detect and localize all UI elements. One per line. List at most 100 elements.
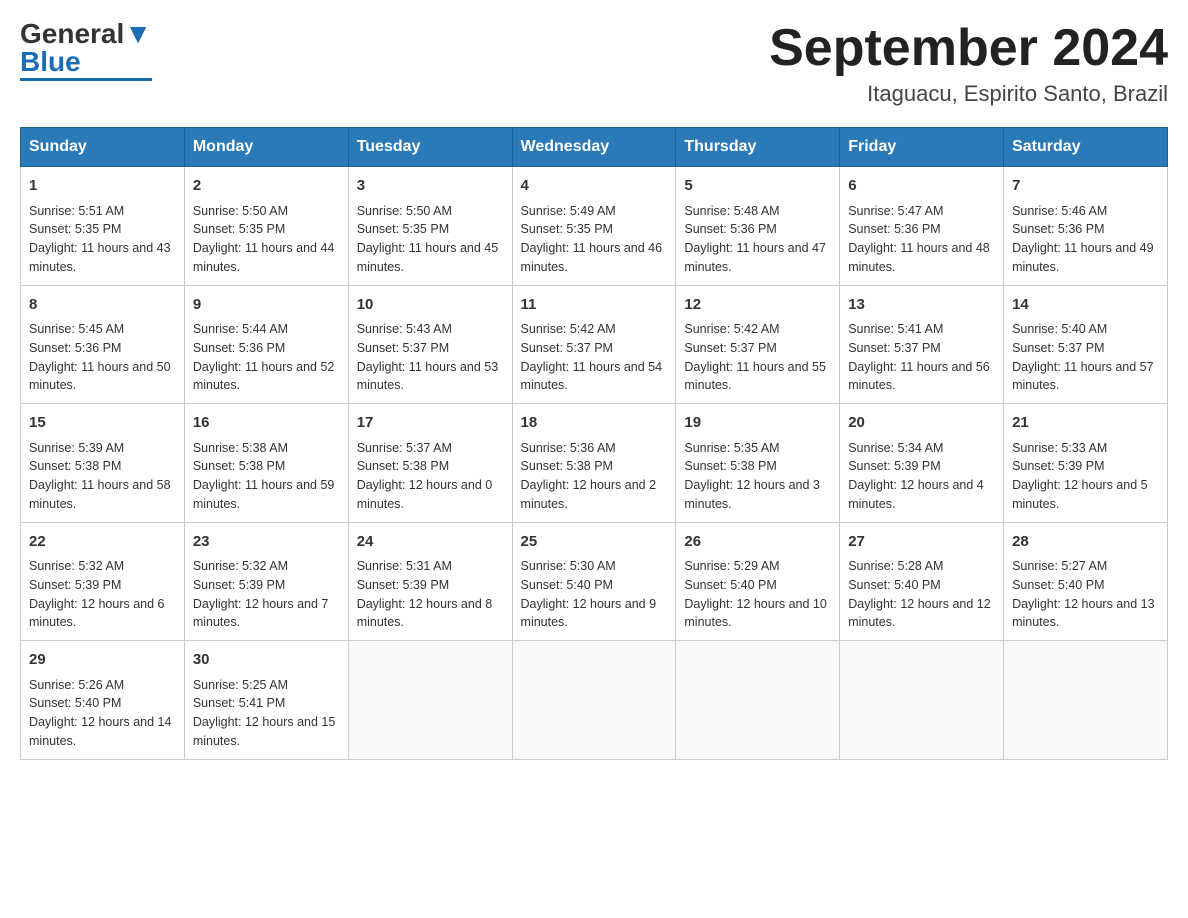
month-title: September 2024 — [769, 20, 1168, 77]
calendar-day-cell: 30 Sunrise: 5:25 AMSunset: 5:41 PMDayligh… — [184, 641, 348, 760]
day-info: Sunrise: 5:27 AMSunset: 5:40 PMDaylight:… — [1012, 557, 1159, 632]
day-info: Sunrise: 5:40 AMSunset: 5:37 PMDaylight:… — [1012, 320, 1159, 395]
day-number: 10 — [357, 294, 504, 317]
page-header: General▼ Blue September 2024 Itaguacu, E… — [20, 20, 1168, 107]
day-info: Sunrise: 5:47 AMSunset: 5:36 PMDaylight:… — [848, 202, 995, 277]
day-number: 13 — [848, 294, 995, 317]
day-number: 17 — [357, 412, 504, 435]
day-number: 6 — [848, 175, 995, 198]
day-number: 27 — [848, 531, 995, 554]
calendar-day-cell — [1004, 641, 1168, 760]
day-info: Sunrise: 5:49 AMSunset: 5:35 PMDaylight:… — [521, 202, 668, 277]
calendar-week-row: 1Sunrise: 5:51 AMSunset: 5:35 PMDaylight… — [21, 167, 1168, 286]
logo-blue: Blue — [20, 46, 81, 77]
calendar-day-cell: 10 Sunrise: 5:43 AMSunset: 5:37 PMDayligh… — [348, 285, 512, 404]
calendar-day-cell: 4 Sunrise: 5:49 AMSunset: 5:35 PMDaylight… — [512, 167, 676, 286]
day-number: 7 — [1012, 175, 1159, 198]
calendar-day-cell: 13Sunrise: 5:41 AMSunset: 5:37 PMDayligh… — [840, 285, 1004, 404]
calendar-day-cell: 29 Sunrise: 5:26 AMSunset: 5:40 PMDayligh… — [21, 641, 185, 760]
day-number: 12 — [684, 294, 831, 317]
day-info: Sunrise: 5:28 AMSunset: 5:40 PMDaylight:… — [848, 557, 995, 632]
day-number: 14 — [1012, 294, 1159, 317]
day-number: 3 — [357, 175, 504, 198]
day-number: 11 — [521, 294, 668, 317]
day-info: Sunrise: 5:44 AMSunset: 5:36 PMDaylight:… — [193, 320, 340, 395]
day-number: 5 — [684, 175, 831, 198]
day-info: Sunrise: 5:34 AMSunset: 5:39 PMDaylight:… — [848, 439, 995, 514]
calendar-week-row: 8Sunrise: 5:45 AMSunset: 5:36 PMDaylight… — [21, 285, 1168, 404]
day-number: 18 — [521, 412, 668, 435]
header-friday: Friday — [840, 128, 1004, 167]
day-number: 19 — [684, 412, 831, 435]
day-info: Sunrise: 5:42 AMSunset: 5:37 PMDaylight:… — [684, 320, 831, 395]
header-sunday: Sunday — [21, 128, 185, 167]
calendar-day-cell: 15Sunrise: 5:39 AMSunset: 5:38 PMDayligh… — [21, 404, 185, 523]
header-monday: Monday — [184, 128, 348, 167]
calendar-day-cell: 7Sunrise: 5:46 AMSunset: 5:36 PMDaylight… — [1004, 167, 1168, 286]
calendar-day-cell: 14 Sunrise: 5:40 AMSunset: 5:37 PMDayligh… — [1004, 285, 1168, 404]
calendar-day-cell: 19 Sunrise: 5:35 AMSunset: 5:38 PMDayligh… — [676, 404, 840, 523]
day-info: Sunrise: 5:32 AMSunset: 5:39 PMDaylight:… — [29, 557, 176, 632]
day-number: 28 — [1012, 531, 1159, 554]
day-info: Sunrise: 5:31 AMSunset: 5:39 PMDaylight:… — [357, 557, 504, 632]
calendar-day-cell: 6 Sunrise: 5:47 AMSunset: 5:36 PMDaylight… — [840, 167, 1004, 286]
calendar-day-cell: 22 Sunrise: 5:32 AMSunset: 5:39 PMDayligh… — [21, 522, 185, 641]
calendar-day-cell: 26 Sunrise: 5:29 AMSunset: 5:40 PMDayligh… — [676, 522, 840, 641]
day-info: Sunrise: 5:42 AMSunset: 5:37 PMDaylight:… — [521, 320, 668, 395]
calendar-week-row: 29 Sunrise: 5:26 AMSunset: 5:40 PMDayligh… — [21, 641, 1168, 760]
day-number: 29 — [29, 649, 176, 672]
calendar-day-cell: 20 Sunrise: 5:34 AMSunset: 5:39 PMDayligh… — [840, 404, 1004, 523]
day-number: 9 — [193, 294, 340, 317]
calendar-day-cell: 21 Sunrise: 5:33 AMSunset: 5:39 PMDayligh… — [1004, 404, 1168, 523]
location-title: Itaguacu, Espirito Santo, Brazil — [769, 81, 1168, 107]
calendar-day-cell: 16Sunrise: 5:38 AMSunset: 5:38 PMDayligh… — [184, 404, 348, 523]
calendar-day-cell — [512, 641, 676, 760]
header-wednesday: Wednesday — [512, 128, 676, 167]
day-number: 21 — [1012, 412, 1159, 435]
calendar-day-cell — [348, 641, 512, 760]
calendar-day-cell: 9 Sunrise: 5:44 AMSunset: 5:36 PMDaylight… — [184, 285, 348, 404]
calendar-day-cell: 28 Sunrise: 5:27 AMSunset: 5:40 PMDayligh… — [1004, 522, 1168, 641]
day-number: 30 — [193, 649, 340, 672]
calendar-day-cell — [840, 641, 1004, 760]
calendar-day-cell: 12 Sunrise: 5:42 AMSunset: 5:37 PMDayligh… — [676, 285, 840, 404]
day-number: 15 — [29, 412, 176, 435]
calendar-day-cell: 1Sunrise: 5:51 AMSunset: 5:35 PMDaylight… — [21, 167, 185, 286]
day-number: 22 — [29, 531, 176, 554]
day-info: Sunrise: 5:25 AMSunset: 5:41 PMDaylight:… — [193, 676, 340, 751]
logo: General▼ Blue — [20, 20, 152, 81]
day-number: 16 — [193, 412, 340, 435]
day-number: 24 — [357, 531, 504, 554]
calendar-day-cell: 25 Sunrise: 5:30 AMSunset: 5:40 PMDayligh… — [512, 522, 676, 641]
day-info: Sunrise: 5:35 AMSunset: 5:38 PMDaylight:… — [684, 439, 831, 514]
calendar-day-cell: 17Sunrise: 5:37 AMSunset: 5:38 PMDayligh… — [348, 404, 512, 523]
day-number: 23 — [193, 531, 340, 554]
day-number: 25 — [521, 531, 668, 554]
calendar-day-cell: 27 Sunrise: 5:28 AMSunset: 5:40 PMDayligh… — [840, 522, 1004, 641]
calendar-header-row: Sunday Monday Tuesday Wednesday Thursday… — [21, 128, 1168, 167]
day-number: 4 — [521, 175, 668, 198]
calendar-day-cell: 3Sunrise: 5:50 AMSunset: 5:35 PMDaylight… — [348, 167, 512, 286]
header-tuesday: Tuesday — [348, 128, 512, 167]
day-number: 20 — [848, 412, 995, 435]
day-info: Sunrise: 5:33 AMSunset: 5:39 PMDaylight:… — [1012, 439, 1159, 514]
header-saturday: Saturday — [1004, 128, 1168, 167]
logo-line — [20, 78, 152, 81]
day-info: Sunrise: 5:29 AMSunset: 5:40 PMDaylight:… — [684, 557, 831, 632]
calendar-day-cell — [676, 641, 840, 760]
logo-text: General▼ Blue — [20, 20, 152, 76]
day-info: Sunrise: 5:43 AMSunset: 5:37 PMDaylight:… — [357, 320, 504, 395]
day-number: 8 — [29, 294, 176, 317]
day-info: Sunrise: 5:32 AMSunset: 5:39 PMDaylight:… — [193, 557, 340, 632]
day-info: Sunrise: 5:26 AMSunset: 5:40 PMDaylight:… — [29, 676, 176, 751]
day-info: Sunrise: 5:50 AMSunset: 5:35 PMDaylight:… — [193, 202, 340, 277]
calendar-week-row: 22 Sunrise: 5:32 AMSunset: 5:39 PMDayligh… — [21, 522, 1168, 641]
day-number: 26 — [684, 531, 831, 554]
calendar-day-cell: 23 Sunrise: 5:32 AMSunset: 5:39 PMDayligh… — [184, 522, 348, 641]
day-number: 1 — [29, 175, 176, 198]
day-info: Sunrise: 5:30 AMSunset: 5:40 PMDaylight:… — [521, 557, 668, 632]
calendar-day-cell: 5Sunrise: 5:48 AMSunset: 5:36 PMDaylight… — [676, 167, 840, 286]
calendar-day-cell: 2Sunrise: 5:50 AMSunset: 5:35 PMDaylight… — [184, 167, 348, 286]
day-info: Sunrise: 5:36 AMSunset: 5:38 PMDaylight:… — [521, 439, 668, 514]
calendar-week-row: 15Sunrise: 5:39 AMSunset: 5:38 PMDayligh… — [21, 404, 1168, 523]
